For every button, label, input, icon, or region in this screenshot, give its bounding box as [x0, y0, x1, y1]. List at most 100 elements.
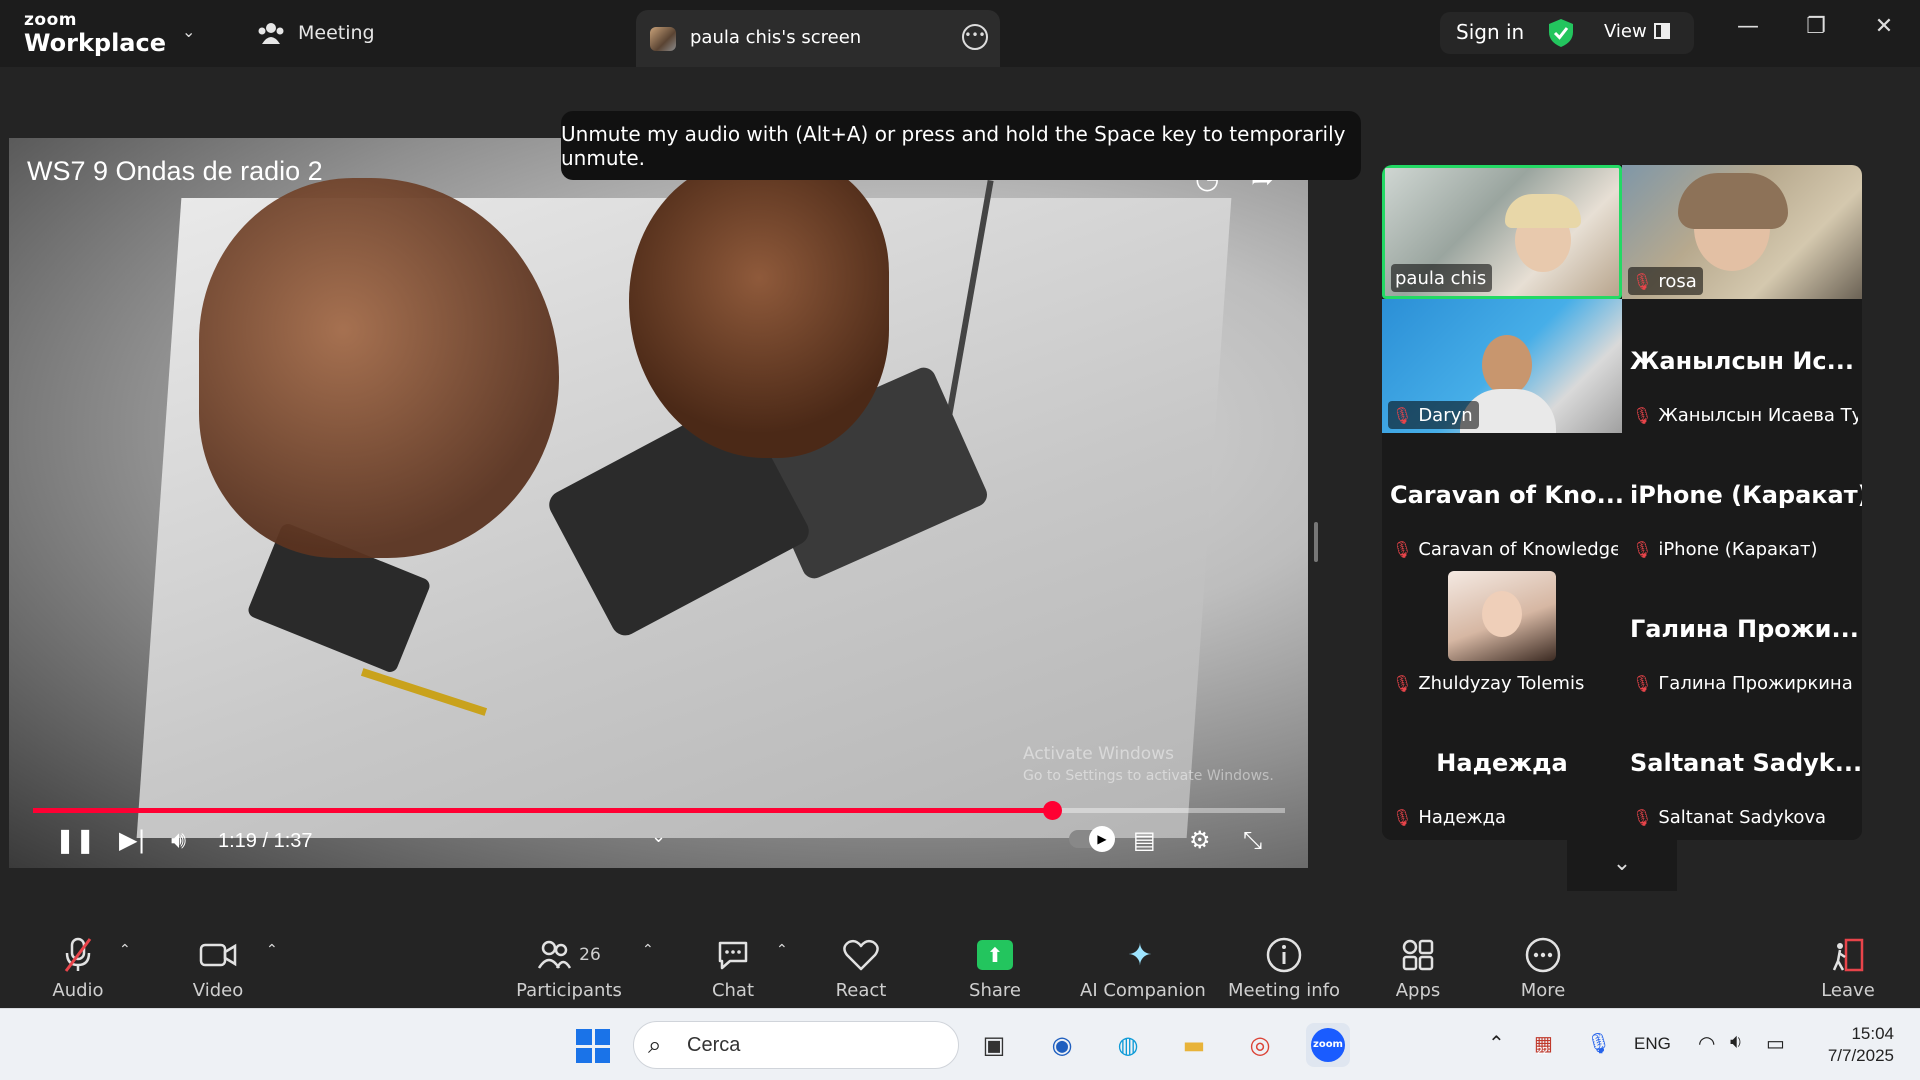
participant-name: 🎙︎ Zhuldyzay Tolemis	[1388, 669, 1590, 697]
settings-gear-icon[interactable]: ⚙	[1189, 828, 1211, 852]
restore-icon[interactable]: ❐	[1796, 14, 1836, 39]
muted-mic-icon: 🎙︎	[1392, 539, 1413, 559]
chrome-browser-icon[interactable]: ◎	[1238, 1023, 1282, 1067]
leave-label: Leave	[1821, 980, 1875, 1001]
exit-fullscreen-icon[interactable]: ⤡	[1243, 828, 1262, 852]
view-layout-icon[interactable]	[1654, 23, 1670, 39]
battery-icon[interactable]: ▭	[1766, 1031, 1785, 1056]
apps-button[interactable]: Apps	[1390, 934, 1446, 1001]
minimize-icon[interactable]: —	[1728, 14, 1768, 39]
speaker-icon[interactable]: 🔉︎	[1730, 1031, 1743, 1054]
participant-face	[1482, 335, 1532, 395]
microphone-icon[interactable]: 🎙︎	[1586, 1031, 1611, 1056]
participant-display-name: Галина Прожи...	[1630, 615, 1859, 643]
audio-button[interactable]: Audio	[46, 934, 110, 1001]
panel-resize-handle[interactable]	[1314, 522, 1318, 562]
participant-tile[interactable]: Caravan of Kno... 🎙︎ Caravan of Knowledge	[1382, 433, 1622, 567]
tab-meeting[interactable]: Meeting	[258, 22, 375, 44]
participant-name-text: Saltanat Sadykova	[1658, 806, 1827, 828]
task-view-icon[interactable]: ▣	[972, 1023, 1016, 1067]
calendar-icon[interactable]: ▦22	[1534, 1031, 1564, 1057]
participant-name-text: paula chis	[1395, 267, 1487, 289]
clock-date: 7/7/2025	[1827, 1046, 1894, 1065]
zoom-logo[interactable]: zoom Workplace	[24, 10, 166, 56]
chat-button[interactable]: Chat	[700, 934, 766, 1001]
pause-icon[interactable]: ❚❚	[55, 828, 95, 852]
participant-name-text: Надежда	[1418, 806, 1507, 828]
close-icon[interactable]: ✕	[1864, 14, 1904, 39]
video-progress-handle[interactable]	[1043, 801, 1063, 820]
edge-browser-icon[interactable]: ◍	[1106, 1023, 1150, 1067]
tab-shared-screen[interactable]: paula chis's screen •••	[636, 10, 1000, 67]
share-button[interactable]: ⬆ Share	[960, 934, 1030, 1001]
video-camera-icon	[186, 934, 250, 976]
muted-mic-icon: 🎙︎	[1632, 673, 1653, 693]
more-button[interactable]: More	[1516, 934, 1570, 1001]
more-options-icon[interactable]: •••	[962, 24, 988, 50]
account-group: Sign in View	[1440, 12, 1694, 54]
participant-tile[interactable]: Галина Прожи... 🎙︎ Галина Прожиркина	[1622, 567, 1862, 701]
share-up-arrow-icon: ⬆	[977, 940, 1013, 970]
chevron-down-icon[interactable]: ⌄	[182, 22, 195, 41]
language-indicator[interactable]: ENG	[1634, 1034, 1671, 1054]
chat-options-caret-icon[interactable]: ⌃	[776, 942, 788, 958]
participant-tile[interactable]: Saltanat Sadyk... 🎙︎ Saltanat Sadykova	[1622, 701, 1862, 835]
shield-check-icon[interactable]	[1548, 18, 1574, 48]
muted-mic-icon: 🎙︎	[1632, 539, 1653, 559]
participants-button[interactable]: 26 Participants	[516, 934, 622, 1001]
zoom-app-icon[interactable]: zoom	[1306, 1023, 1350, 1067]
browser-app-icon[interactable]: ◉	[1040, 1023, 1084, 1067]
clock-time: 15:04	[1851, 1024, 1894, 1043]
participant-tile[interactable]: Жанылсын Ис... 🎙︎ Жанылсын Исаева Ту...	[1622, 299, 1862, 433]
participant-tile[interactable]: 🎙︎ rosa	[1622, 165, 1862, 299]
file-explorer-icon[interactable]: ▬	[1172, 1023, 1216, 1067]
participants-options-caret-icon[interactable]: ⌃	[642, 942, 654, 958]
leave-button[interactable]: Leave	[1820, 934, 1876, 1001]
participant-tile[interactable]: iPhone (Каракат) 🎙︎ iPhone (Каракат)	[1622, 433, 1862, 567]
participant-tile[interactable]: 🎙︎ Zhuldyzay Tolemis	[1382, 567, 1622, 701]
autoplay-toggle[interactable]	[1069, 826, 1115, 852]
participant-name: 🎙︎ Caravan of Knowledge	[1388, 535, 1618, 563]
participant-name: 🎙︎ Жанылсын Исаева Ту...	[1628, 401, 1858, 429]
system-clock[interactable]: 15:04 7/7/2025	[1810, 1023, 1894, 1067]
video-button[interactable]: Video	[186, 934, 250, 1001]
react-button[interactable]: React	[826, 934, 896, 1001]
captions-icon[interactable]: ▤	[1133, 828, 1156, 852]
participant-display-name: iPhone (Каракат)	[1630, 481, 1862, 509]
meeting-info-label: Meeting info	[1228, 980, 1341, 1001]
wifi-icon[interactable]: ◠	[1698, 1031, 1715, 1056]
participant-name: 🎙︎ Saltanat Sadykova	[1628, 803, 1832, 831]
logo-text-zoom: zoom	[24, 10, 77, 30]
tray-chevron-up-icon[interactable]: ⌃	[1488, 1031, 1505, 1056]
taskbar-search[interactable]: ⌕ Cerca	[633, 1021, 959, 1069]
next-icon[interactable]: ▶|	[119, 828, 146, 852]
ai-companion-label: AI Companion	[1080, 980, 1206, 1001]
view-button[interactable]: View	[1604, 21, 1647, 42]
video-options-caret-icon[interactable]: ⌃	[266, 942, 278, 958]
participants-icon	[258, 23, 284, 44]
sign-in-button[interactable]: Sign in	[1456, 20, 1524, 44]
sparkle-icon: ✦	[1127, 937, 1153, 973]
unmute-tooltip: Unmute my audio with (Alt+A) or press an…	[561, 111, 1361, 180]
audio-options-caret-icon[interactable]: ⌃	[119, 942, 131, 958]
participant-name-text: Daryn	[1418, 404, 1473, 426]
video-progress-bar[interactable]	[33, 801, 1285, 820]
activation-watermark-sub: Go to Settings to activate Windows.	[1023, 768, 1274, 784]
gallery-scroll-down-button[interactable]: ⌄	[1567, 840, 1677, 891]
participant-tile[interactable]: paula chis	[1382, 165, 1622, 299]
title-bar: zoom Workplace ⌄ Meeting paula chis's sc…	[0, 0, 1920, 67]
participant-display-name: Caravan of Kno...	[1390, 481, 1622, 509]
shared-screen-video[interactable]: WS7 9 Ondas de radio 2 ◔ ➦ Activate Wind…	[9, 138, 1308, 868]
chevron-down-icon[interactable]: ⌄	[651, 828, 666, 846]
volume-icon[interactable]: 🔊︎	[171, 828, 186, 852]
muted-mic-icon: 🎙︎	[1392, 807, 1413, 827]
more-label: More	[1520, 980, 1566, 1001]
participant-display-name: Надежда	[1436, 749, 1568, 777]
participant-tile[interactable]: Надежда 🎙︎ Надежда	[1382, 701, 1622, 835]
avatar-face	[1482, 591, 1522, 637]
meeting-info-button[interactable]: Meeting info	[1228, 934, 1340, 1001]
participant-tile[interactable]: 🎙︎ Daryn	[1382, 299, 1622, 433]
ai-companion-button[interactable]: ✦ AI Companion	[1080, 934, 1206, 1002]
participant-name-text: rosa	[1658, 270, 1697, 292]
windows-start-icon[interactable]	[576, 1029, 610, 1063]
